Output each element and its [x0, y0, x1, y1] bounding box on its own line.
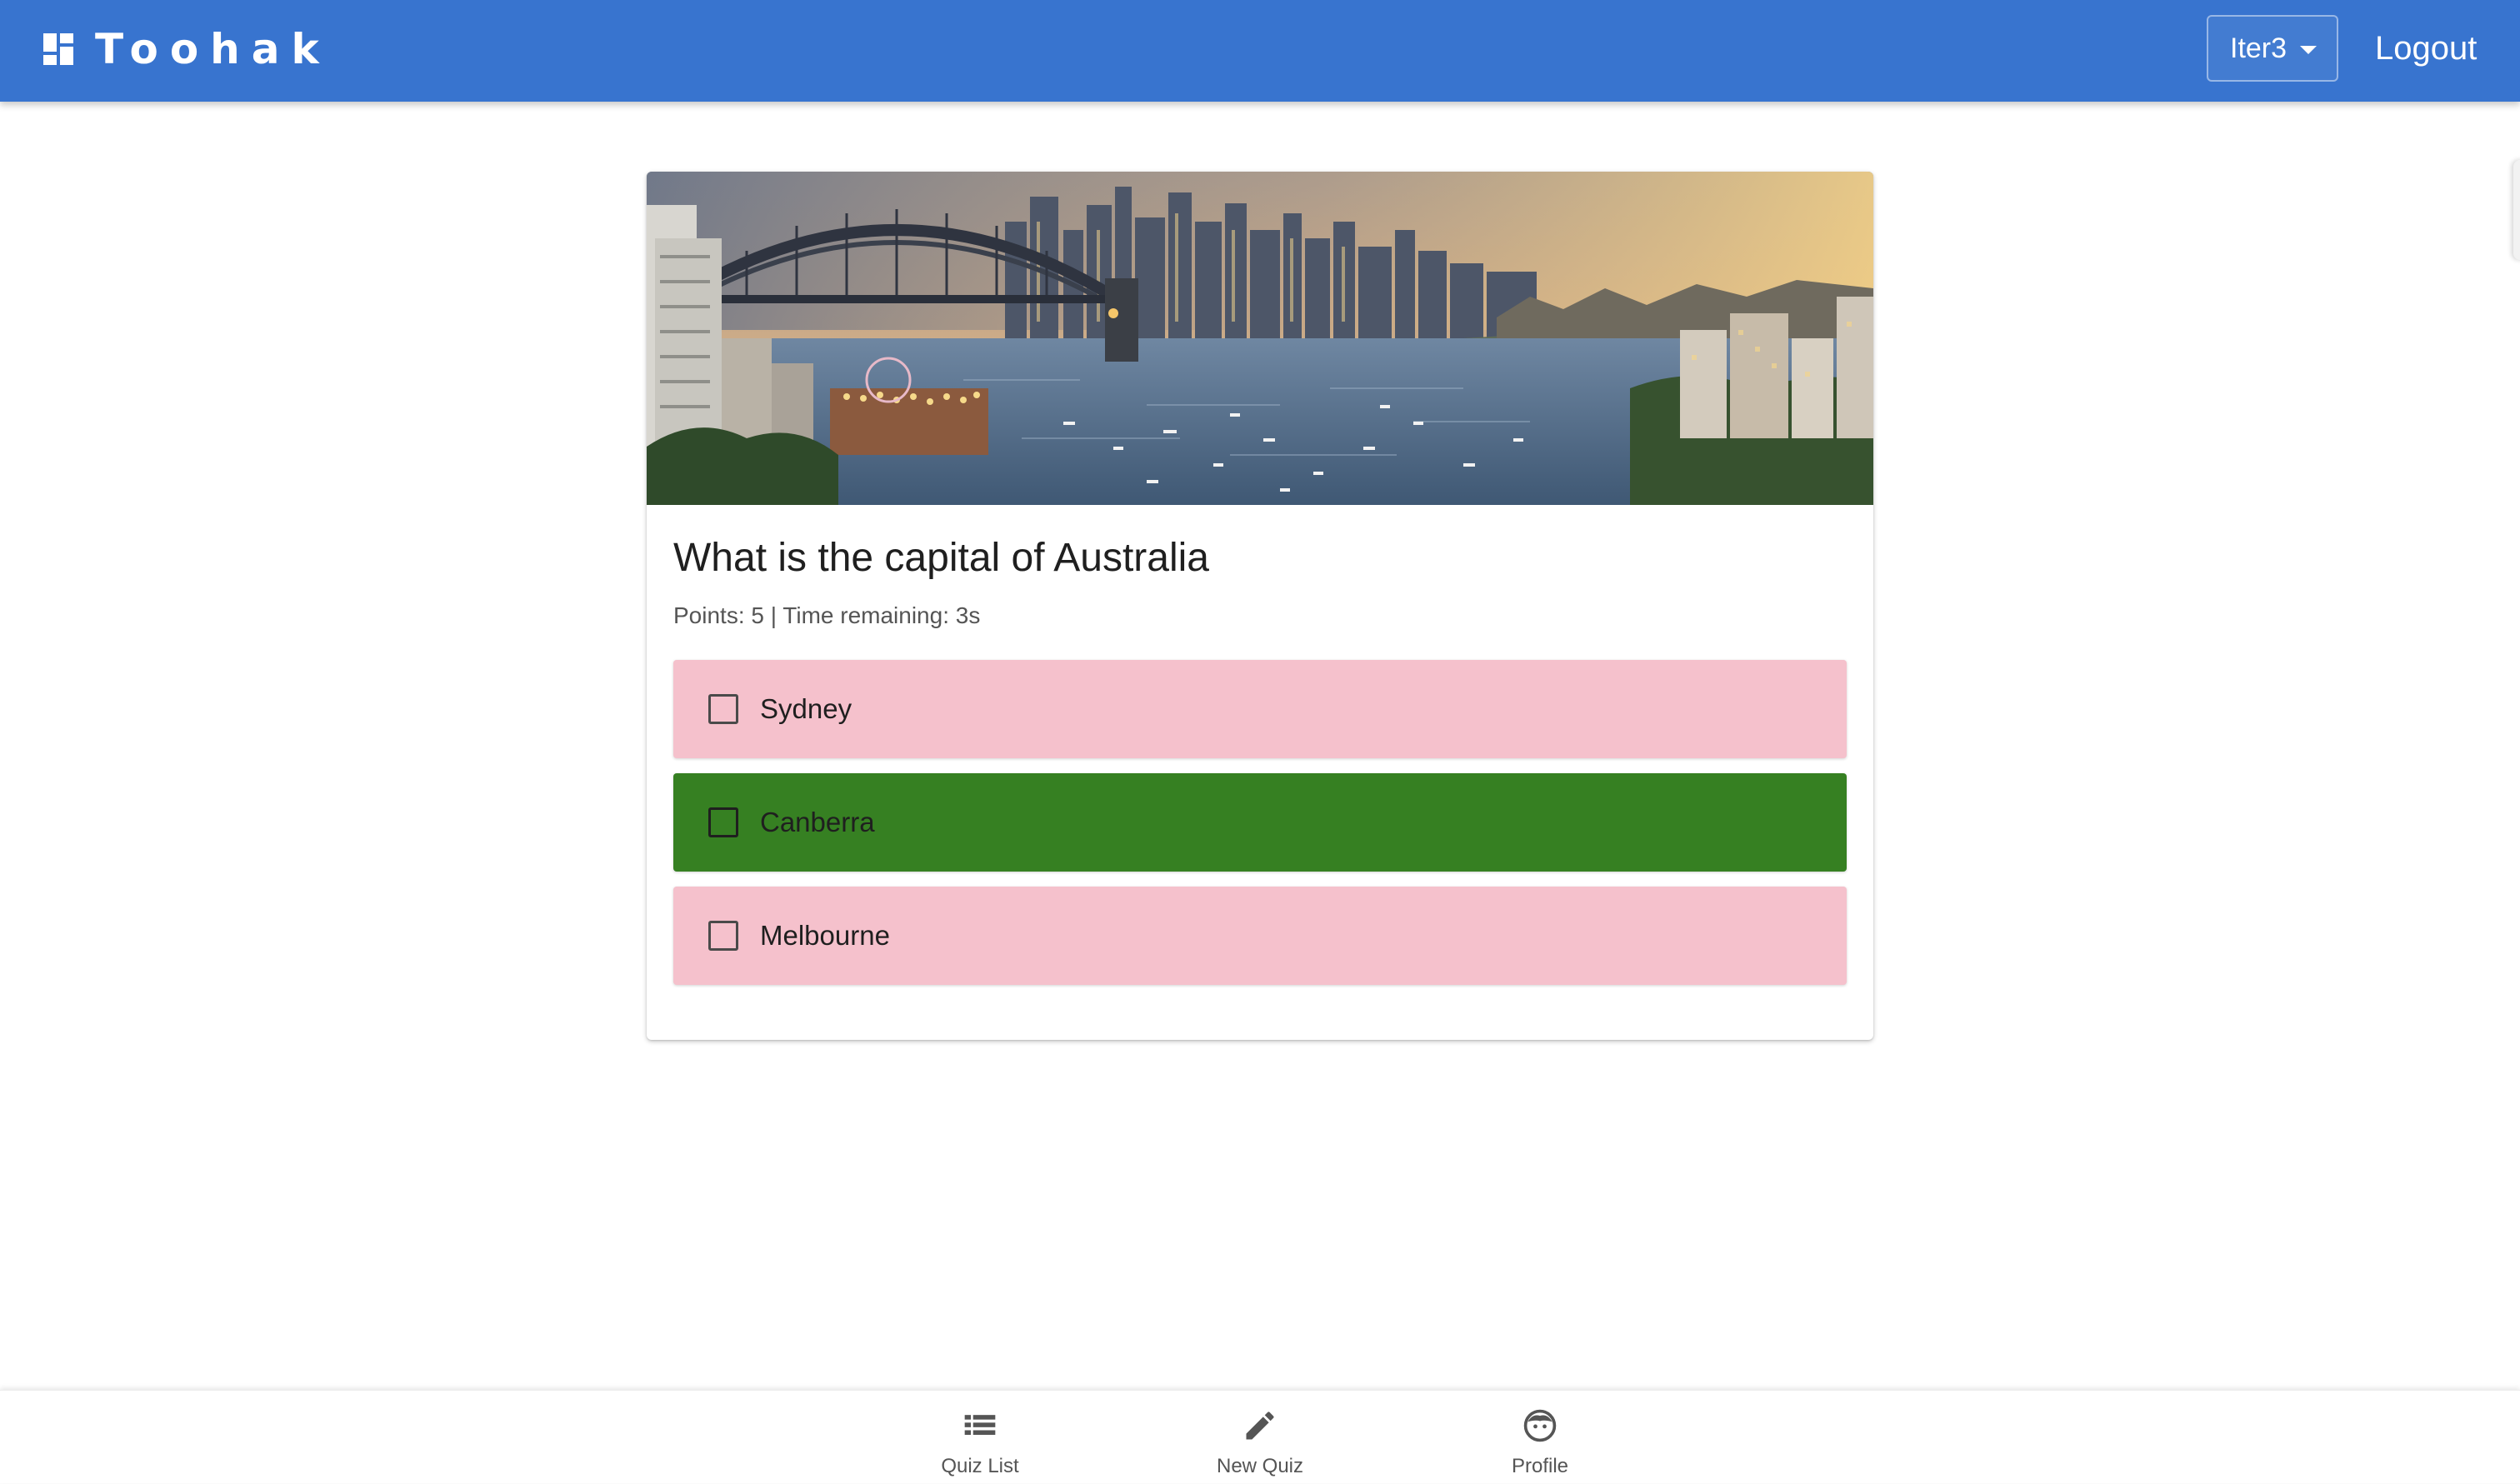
face-icon — [1523, 1409, 1557, 1442]
iteration-select-value: Iter3 — [2230, 32, 2288, 64]
brand-title: Toohak — [95, 25, 331, 73]
answer-label: Canberra — [760, 807, 875, 837]
brand[interactable]: Toohak — [43, 23, 331, 75]
iteration-select[interactable]: Iter3 — [2207, 15, 2338, 82]
question-title: What is the capital of Australia — [673, 536, 1209, 580]
answer-option-sydney[interactable]: Sydney — [673, 660, 1847, 758]
nav-label: New Quiz — [1216, 1455, 1304, 1477]
question-card: What is the capital of Australia Points:… — [647, 172, 1873, 1040]
side-drawer-handle[interactable] — [2513, 160, 2520, 260]
list-icon — [964, 1415, 996, 1435]
answer-option-canberra[interactable]: Canberra — [673, 773, 1847, 872]
nav-item-profile[interactable]: Profile — [1448, 1391, 1632, 1484]
answer-label: Sydney — [760, 693, 852, 724]
nav-label: Quiz List — [941, 1455, 1019, 1477]
nav-label: Profile — [1511, 1455, 1569, 1477]
dashboard-icon — [43, 33, 75, 65]
app-bar: Toohak Iter3 Logout — [0, 0, 2520, 102]
pencil-icon — [1246, 1412, 1274, 1440]
caret-down-icon — [2300, 46, 2317, 54]
answer-option-melbourne[interactable]: Melbourne — [673, 887, 1847, 985]
checkbox-icon[interactable] — [708, 807, 738, 837]
nav-item-quiz-list[interactable]: Quiz List — [888, 1391, 1072, 1484]
question-meta: Points: 5 | Time remaining: 3s — [673, 602, 981, 628]
checkbox-icon[interactable] — [708, 694, 738, 724]
bottom-navigation: Quiz List New Quiz Profile — [0, 1390, 2520, 1483]
checkbox-icon[interactable] — [708, 921, 738, 951]
nav-item-new-quiz[interactable]: New Quiz — [1168, 1391, 1352, 1484]
logout-button[interactable]: Logout — [2375, 23, 2477, 73]
answer-label: Melbourne — [760, 920, 890, 951]
question-image — [647, 172, 1873, 505]
